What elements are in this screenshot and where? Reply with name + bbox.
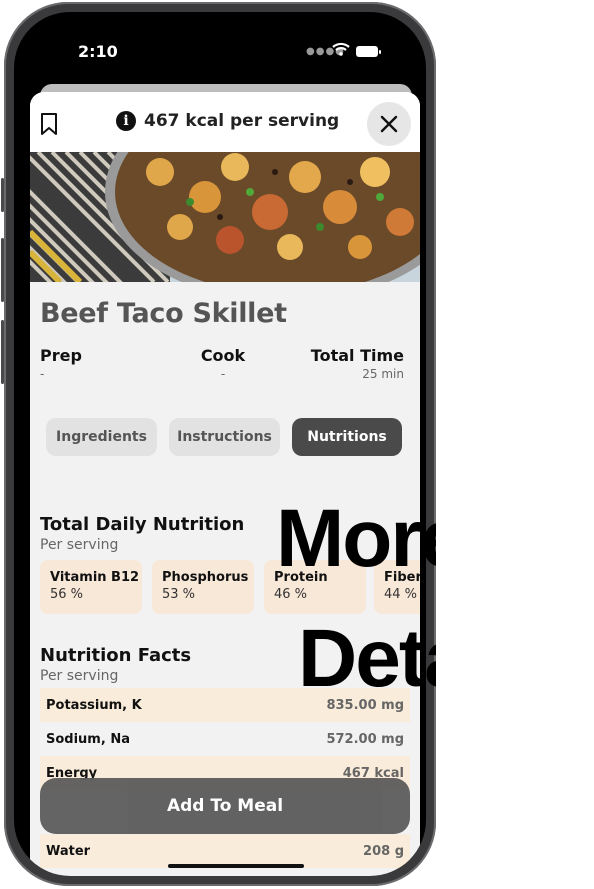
nutrition-facts-subtitle: Per serving bbox=[40, 668, 119, 684]
nutrient-percent: 46 % bbox=[274, 587, 308, 602]
tab-nutritions[interactable]: Nutritions bbox=[292, 418, 402, 456]
table-row: Sodium, Na 572.00 mg bbox=[40, 722, 410, 756]
nutrient-label: Sodium, Na bbox=[46, 731, 130, 747]
sheet-header: i 467 kcal per serving bbox=[30, 92, 420, 152]
tab-ingredients[interactable]: Ingredients bbox=[46, 418, 157, 456]
status-time: 2:10 bbox=[78, 42, 118, 61]
screen: 2:10 ●●●● i 467 kcal per serving Beef Ta… bbox=[14, 12, 426, 876]
calorie-summary: i 467 kcal per serving bbox=[116, 111, 339, 131]
total-time-value: 25 min bbox=[362, 367, 404, 381]
nutrient-name: Vitamin B12 bbox=[50, 570, 140, 585]
skillet-image bbox=[30, 152, 420, 282]
wifi-icon bbox=[332, 42, 350, 56]
recipe-sheet: i 467 kcal per serving Beef Taco Skillet… bbox=[30, 92, 420, 876]
tab-bar: Ingredients Instructions Nutritions bbox=[40, 418, 410, 458]
nutrient-name: Phosphorus bbox=[162, 570, 249, 585]
nutrient-label: Potassium, K bbox=[46, 697, 142, 713]
total-time-info: Total Time 25 min bbox=[300, 346, 404, 381]
total-time-label: Total Time bbox=[310, 346, 404, 365]
prep-label: Prep bbox=[40, 346, 82, 365]
bookmark-icon[interactable] bbox=[40, 112, 58, 136]
nutrient-card[interactable]: Phosphorus 53 % bbox=[152, 560, 254, 614]
right-margin bbox=[436, 0, 594, 889]
nutrient-percent: 44 % bbox=[384, 587, 418, 602]
phone-volume-down bbox=[1, 320, 4, 384]
tab-instructions[interactable]: Instructions bbox=[169, 418, 280, 456]
recipe-photo bbox=[30, 152, 420, 282]
phone-frame: 2:10 ●●●● i 467 kcal per serving Beef Ta… bbox=[1, 2, 439, 886]
add-to-meal-button[interactable]: Add To Meal bbox=[40, 778, 410, 834]
table-row: Water 208 g bbox=[40, 834, 410, 868]
prep-info: Prep - bbox=[40, 346, 82, 381]
info-icon[interactable]: i bbox=[116, 111, 136, 131]
prep-value: - bbox=[40, 367, 45, 381]
home-indicator bbox=[168, 864, 304, 868]
nutrition-facts-title: Nutrition Facts bbox=[40, 645, 192, 666]
nutrient-percent: 56 % bbox=[50, 587, 84, 602]
cook-value: - bbox=[220, 367, 226, 381]
nutrient-card[interactable]: Vitamin B12 56 % bbox=[40, 560, 142, 614]
status-bar: 2:10 ●●●● bbox=[14, 12, 426, 72]
nutrient-amount: 208 g bbox=[363, 843, 404, 859]
phone-side-button bbox=[1, 178, 4, 212]
nutrient-label: Water bbox=[46, 843, 91, 859]
daily-nutrition-subtitle: Per serving bbox=[40, 537, 119, 553]
calorie-text: 467 kcal per serving bbox=[144, 111, 340, 131]
phone-volume-up bbox=[1, 238, 4, 302]
recipe-title: Beef Taco Skillet bbox=[40, 298, 287, 329]
nutrient-percent: 53 % bbox=[162, 587, 196, 602]
cook-label: Cook bbox=[200, 346, 246, 365]
daily-nutrition-title: Total Daily Nutrition bbox=[40, 514, 245, 535]
nutrient-amount: 572.00 mg bbox=[326, 731, 404, 747]
close-icon bbox=[380, 115, 398, 133]
battery-icon bbox=[356, 46, 381, 57]
close-button[interactable] bbox=[367, 102, 411, 146]
cook-info: Cook - bbox=[200, 346, 246, 381]
